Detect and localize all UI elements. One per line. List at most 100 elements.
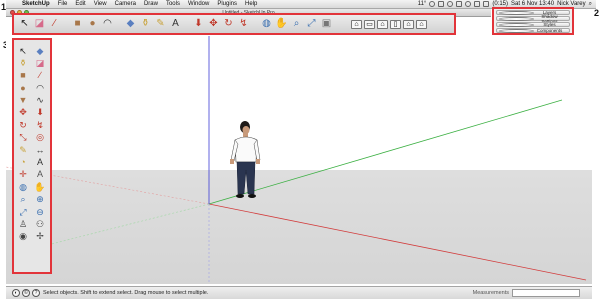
- back-view-icon[interactable]: ⌂: [403, 19, 414, 29]
- tray-item-label: Components: [536, 28, 563, 33]
- make-component-icon[interactable]: ◆: [124, 18, 137, 31]
- callout-label: 1: [1, 2, 7, 12]
- menu-camera[interactable]: Camera: [111, 1, 140, 7]
- protractor-tool-icon[interactable]: ◔: [16, 157, 30, 169]
- move-tool-icon[interactable]: ✥: [16, 107, 30, 119]
- pan-tool-icon[interactable]: ✋: [33, 181, 47, 193]
- line-tool-icon[interactable]: ∕: [33, 70, 47, 82]
- rotate-tool-icon[interactable]: ↻: [16, 119, 30, 131]
- position-camera-icon[interactable]: ♙: [16, 218, 30, 230]
- select-tool-icon[interactable]: ↖: [18, 18, 31, 31]
- tray-item-shadow-settings[interactable]: Shadow Settings: [496, 14, 570, 24]
- top-view-icon[interactable]: ▭: [364, 19, 375, 29]
- credits-icon[interactable]: ©: [22, 289, 30, 297]
- measurements-input[interactable]: [512, 289, 580, 297]
- text-tool-icon[interactable]: A: [169, 18, 182, 31]
- circle-tool-icon[interactable]: ●: [86, 18, 99, 31]
- paint-bucket-icon[interactable]: ⚱: [139, 18, 152, 31]
- menu-edit[interactable]: Edit: [71, 1, 89, 7]
- scale-tool-icon[interactable]: ⤡: [16, 132, 30, 144]
- previous-view-icon[interactable]: ▣: [320, 18, 333, 31]
- menu-help[interactable]: Help: [241, 1, 261, 7]
- eraser-tool-icon[interactable]: ◪: [33, 57, 47, 69]
- circle-tool-icon[interactable]: ●: [16, 82, 30, 94]
- arc-tool-icon[interactable]: ◠: [33, 82, 47, 94]
- status-message: Select objects. Shift to extend select. …: [43, 290, 209, 296]
- pan-tool-icon[interactable]: ✋: [275, 18, 288, 31]
- paint-bucket-icon[interactable]: ⚱: [16, 57, 30, 69]
- tape-measure-icon[interactable]: ✎: [154, 18, 167, 31]
- rotate-tool-icon[interactable]: ↻: [222, 18, 235, 31]
- display-icon[interactable]: [438, 1, 445, 7]
- previous-view-icon[interactable]: ⊖: [33, 206, 47, 218]
- tray-item-components[interactable]: Components: [496, 28, 570, 33]
- make-component-icon[interactable]: ◆: [33, 45, 47, 57]
- iso-view-icon[interactable]: ⌂: [351, 19, 362, 29]
- orbit-tool-icon[interactable]: ◍: [16, 181, 30, 193]
- walk-tool-icon[interactable]: ⚇: [33, 218, 47, 230]
- push-pull-icon[interactable]: ⬇: [192, 18, 205, 31]
- tray-item-styles[interactable]: Styles: [496, 22, 570, 27]
- geo-location-icon[interactable]: ◐: [12, 289, 20, 297]
- expand-toggle-icon[interactable]: [499, 22, 534, 27]
- pencil-tool-icon[interactable]: ∕: [48, 18, 61, 31]
- front-view-icon[interactable]: ⌂: [377, 19, 388, 29]
- menu-file[interactable]: File: [54, 1, 72, 7]
- status-bar: ◐ ©? Select objects. Shift to extend sele…: [6, 286, 592, 299]
- expand-toggle-icon[interactable]: [499, 16, 534, 21]
- left-view-icon[interactable]: ⌂: [416, 19, 427, 29]
- 3d-text-icon[interactable]: A: [33, 169, 47, 181]
- follow-me-icon[interactable]: ↯: [33, 119, 47, 131]
- axes-and-model: [6, 36, 587, 284]
- scale-figure-person[interactable]: [230, 121, 261, 198]
- zoom-extents-icon[interactable]: ⤢: [16, 206, 30, 218]
- follow-me-icon[interactable]: ↯: [237, 18, 250, 31]
- drawing-viewport[interactable]: [6, 36, 592, 284]
- eraser-tool-icon[interactable]: ◪: [33, 18, 46, 31]
- zoom-extents-icon[interactable]: ⤢: [305, 18, 318, 31]
- expand-toggle-icon[interactable]: [499, 28, 534, 33]
- weather-temperature[interactable]: 11°: [418, 1, 427, 7]
- menu-window[interactable]: Window: [184, 1, 213, 7]
- callout-label: 2: [594, 8, 600, 18]
- status-icon-group: ◐ ©?: [12, 289, 40, 297]
- sync-icon[interactable]: [429, 1, 436, 7]
- expand-toggle-icon[interactable]: [499, 10, 534, 15]
- menu-draw[interactable]: Draw: [140, 1, 162, 7]
- measurements-label: Measurements: [472, 290, 509, 296]
- axes-tool-icon[interactable]: ✛: [16, 169, 30, 181]
- battery-icon[interactable]: [483, 1, 490, 7]
- push-pull-icon[interactable]: ⬇: [33, 107, 47, 119]
- look-around-icon[interactable]: ◉: [16, 231, 30, 243]
- menu-plugins[interactable]: Plugins: [213, 1, 241, 7]
- zoom-tool-icon[interactable]: ⌕: [16, 194, 30, 206]
- rectangle-tool-icon[interactable]: ■: [71, 18, 84, 31]
- tape-measure-icon[interactable]: ✎: [16, 144, 30, 156]
- screen: SketchUp File Edit View Camera Draw Tool…: [0, 0, 600, 300]
- offset-tool-icon[interactable]: ◎: [33, 132, 47, 144]
- zoom-tool-icon[interactable]: ⌕: [290, 18, 303, 31]
- wifi-icon[interactable]: [465, 1, 472, 7]
- green-axis-negative: [27, 203, 210, 251]
- move-tool-icon[interactable]: ✥: [207, 18, 220, 31]
- time-machine-icon[interactable]: [447, 1, 454, 7]
- menu-tools[interactable]: Tools: [162, 1, 184, 7]
- freehand-tool-icon[interactable]: ∿: [33, 95, 47, 107]
- arc-tool-icon[interactable]: ◠: [101, 18, 114, 31]
- menu-view[interactable]: View: [90, 1, 111, 7]
- rectangle-tool-icon[interactable]: ■: [16, 70, 30, 82]
- dimension-tool-icon[interactable]: ↔: [33, 144, 47, 156]
- text-tool-icon[interactable]: A: [33, 157, 47, 169]
- orbit-tool-icon[interactable]: ◍: [260, 18, 273, 31]
- green-axis-positive: [208, 99, 563, 205]
- select-tool-icon[interactable]: ↖: [16, 45, 30, 57]
- bluetooth-icon[interactable]: [456, 1, 463, 7]
- spotlight-search-icon[interactable]: ⌕: [589, 1, 592, 8]
- volume-icon[interactable]: [474, 1, 481, 7]
- section-plane-icon[interactable]: ✢: [33, 231, 47, 243]
- polygon-tool-icon[interactable]: ▼: [16, 95, 30, 107]
- right-view-icon[interactable]: ▯: [390, 19, 401, 29]
- help-icon[interactable]: ?: [32, 289, 40, 297]
- menu-sketchup[interactable]: SketchUp: [18, 1, 54, 7]
- zoom-window-icon[interactable]: ⊕: [33, 194, 47, 206]
